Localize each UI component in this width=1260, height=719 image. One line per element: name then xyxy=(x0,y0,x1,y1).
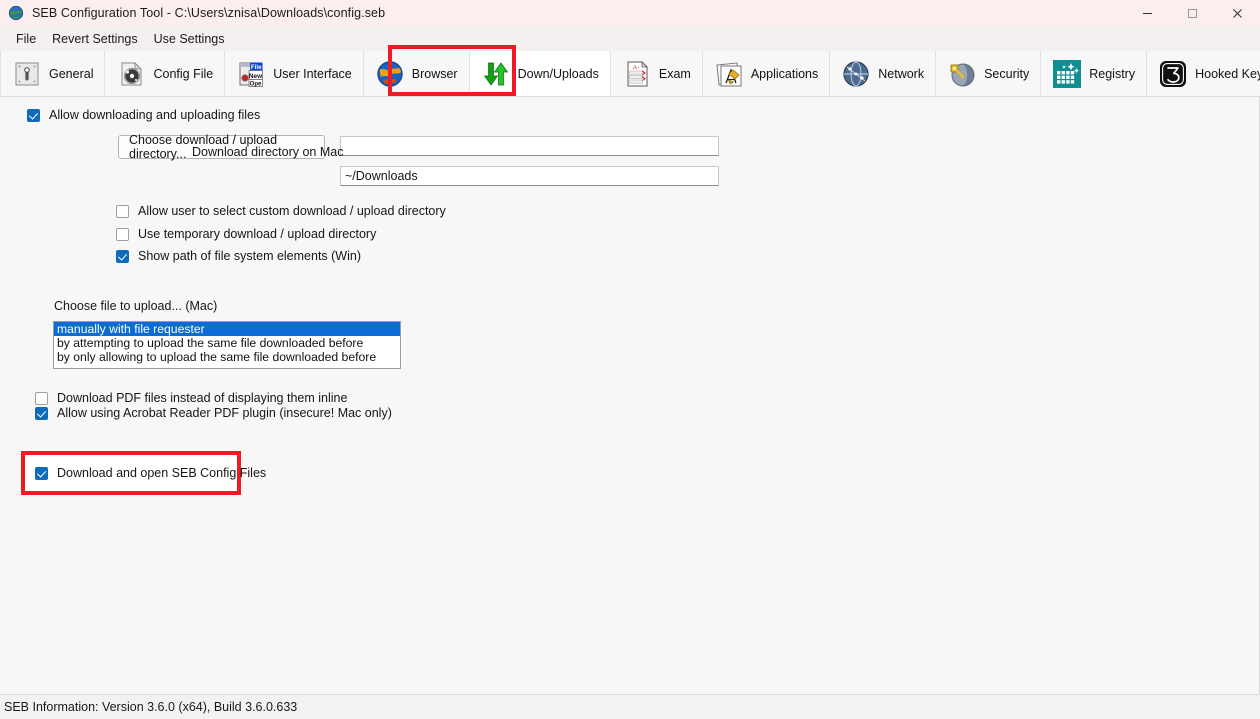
tab-network[interactable]: Network xyxy=(830,51,937,96)
tab-hooked-keys[interactable]: Hooked Keys xyxy=(1147,51,1260,96)
tab-security[interactable]: Security xyxy=(936,51,1042,96)
tab-label: General xyxy=(49,66,94,81)
status-bar: SEB Information: Version 3.6.0 (x64), Bu… xyxy=(0,694,1260,719)
config-disc-icon xyxy=(116,59,146,89)
download-open-seb-config-checkbox[interactable] xyxy=(35,466,48,480)
registry-grid-icon xyxy=(1052,59,1082,89)
seb-globe-icon xyxy=(8,5,24,21)
menu-item-file[interactable]: File xyxy=(8,29,44,49)
close-icon[interactable] xyxy=(1215,0,1260,26)
tab-config-file[interactable]: Config File xyxy=(105,51,226,96)
svg-text:File: File xyxy=(251,64,262,71)
menu-bar: File Revert Settings Use Settings xyxy=(0,26,1260,51)
allow-custom-directory-label: Allow user to select custom download / u… xyxy=(138,204,446,218)
seb-configuration-tool-window: SEB Configuration Tool - C:\Users\znisa\… xyxy=(0,0,1260,719)
list-item[interactable]: by only allowing to upload the same file… xyxy=(54,350,400,364)
tab-down-uploads[interactable]: Down/Uploads xyxy=(469,51,611,96)
download-directory-mac-label: Download directory on Mac xyxy=(192,145,344,159)
tab-browser[interactable]: Browser xyxy=(363,51,470,96)
down-uploads-settings-pane: Allow downloading and uploading files Ch… xyxy=(0,97,1260,694)
show-path-file-system-row[interactable]: Show path of file system elements (Win) xyxy=(116,249,361,263)
allow-downloading-checkbox[interactable] xyxy=(27,108,40,122)
allow-downloading-label: Allow downloading and uploading files xyxy=(49,108,261,122)
allow-custom-directory-checkbox[interactable] xyxy=(116,204,129,218)
acrobat-plugin-row[interactable]: Allow using Acrobat Reader PDF plugin (i… xyxy=(35,406,392,420)
download-pdf-inline-row[interactable]: Download PDF files instead of displaying… xyxy=(35,391,347,405)
tab-label: User Interface xyxy=(273,66,352,81)
tab-label: Security xyxy=(984,66,1030,81)
network-globe-icon xyxy=(841,59,871,89)
tab-label: Config File xyxy=(153,66,214,81)
window-controls xyxy=(1125,0,1260,26)
tab-label: Exam xyxy=(658,66,691,81)
menu-item-use-settings[interactable]: Use Settings xyxy=(146,29,233,49)
choose-file-to-upload-label: Choose file to upload... (Mac) xyxy=(54,299,218,313)
show-path-file-system-label: Show path of file system elements (Win) xyxy=(138,249,361,263)
applications-icon xyxy=(714,59,744,89)
download-directory-mac-field[interactable]: ~/Downloads xyxy=(340,166,719,186)
tab-label: Registry xyxy=(1089,66,1136,81)
tab-label: Applications xyxy=(750,66,819,81)
acrobat-plugin-checkbox[interactable] xyxy=(35,406,48,420)
window-title: SEB Configuration Tool - C:\Users\znisa\… xyxy=(32,6,386,20)
acrobat-plugin-label: Allow using Acrobat Reader PDF plugin (i… xyxy=(57,406,392,420)
svg-text:Ope: Ope xyxy=(250,81,262,87)
hooked-keys-icon xyxy=(1158,59,1188,89)
svg-text:New: New xyxy=(249,72,262,79)
allow-custom-directory-row[interactable]: Allow user to select custom download / u… xyxy=(116,204,446,218)
use-temporary-directory-row[interactable]: Use temporary download / upload director… xyxy=(116,227,376,241)
lock-plate-icon xyxy=(12,59,42,89)
tab-registry[interactable]: Registry xyxy=(1041,51,1148,96)
exam-sheet-icon: A- xyxy=(622,59,652,89)
download-open-seb-config-row[interactable]: Download and open SEB Config Files xyxy=(35,466,266,480)
menu-item-revert-settings[interactable]: Revert Settings xyxy=(44,29,145,49)
tab-toolbar: General Config File File New Ope User In… xyxy=(0,51,1260,97)
tab-label: Down/Uploads xyxy=(517,66,599,81)
title-bar: SEB Configuration Tool - C:\Users\znisa\… xyxy=(0,0,1260,26)
use-temporary-directory-checkbox[interactable] xyxy=(116,227,129,241)
tab-label: Browser xyxy=(411,66,458,81)
tab-label: Network xyxy=(878,66,925,81)
download-pdf-inline-checkbox[interactable] xyxy=(35,391,48,405)
tab-applications[interactable]: Applications xyxy=(702,51,831,96)
use-temporary-directory-label: Use temporary download / upload director… xyxy=(138,227,377,241)
download-open-seb-config-label: Download and open SEB Config Files xyxy=(57,466,267,480)
list-item[interactable]: by attempting to upload the same file do… xyxy=(54,336,400,350)
tab-label: Hooked Keys xyxy=(1195,66,1260,81)
globe-browser-icon xyxy=(375,59,405,89)
allow-downloading-row[interactable]: Allow downloading and uploading files xyxy=(27,108,260,122)
file-new-window-icon: File New Ope xyxy=(236,59,266,89)
svg-text:A-: A- xyxy=(632,64,639,71)
tab-general[interactable]: General xyxy=(0,51,106,96)
download-upload-directory-field[interactable] xyxy=(340,136,719,156)
download-pdf-inline-label: Download PDF files instead of displaying… xyxy=(57,391,348,405)
maximize-icon[interactable] xyxy=(1170,0,1215,26)
show-path-file-system-checkbox[interactable] xyxy=(116,249,129,263)
tab-exam[interactable]: A- Exam xyxy=(610,51,703,96)
tab-user-interface[interactable]: File New Ope User Interface xyxy=(225,51,364,96)
security-key-globe-icon xyxy=(947,59,977,89)
down-up-arrows-icon xyxy=(481,59,511,89)
minimize-icon[interactable] xyxy=(1125,0,1170,26)
upload-mode-listbox[interactable]: manually with file requester by attempti… xyxy=(53,321,401,369)
list-item[interactable]: manually with file requester xyxy=(54,322,400,336)
seb-information-text: SEB Information: Version 3.6.0 (x64), Bu… xyxy=(4,700,298,714)
